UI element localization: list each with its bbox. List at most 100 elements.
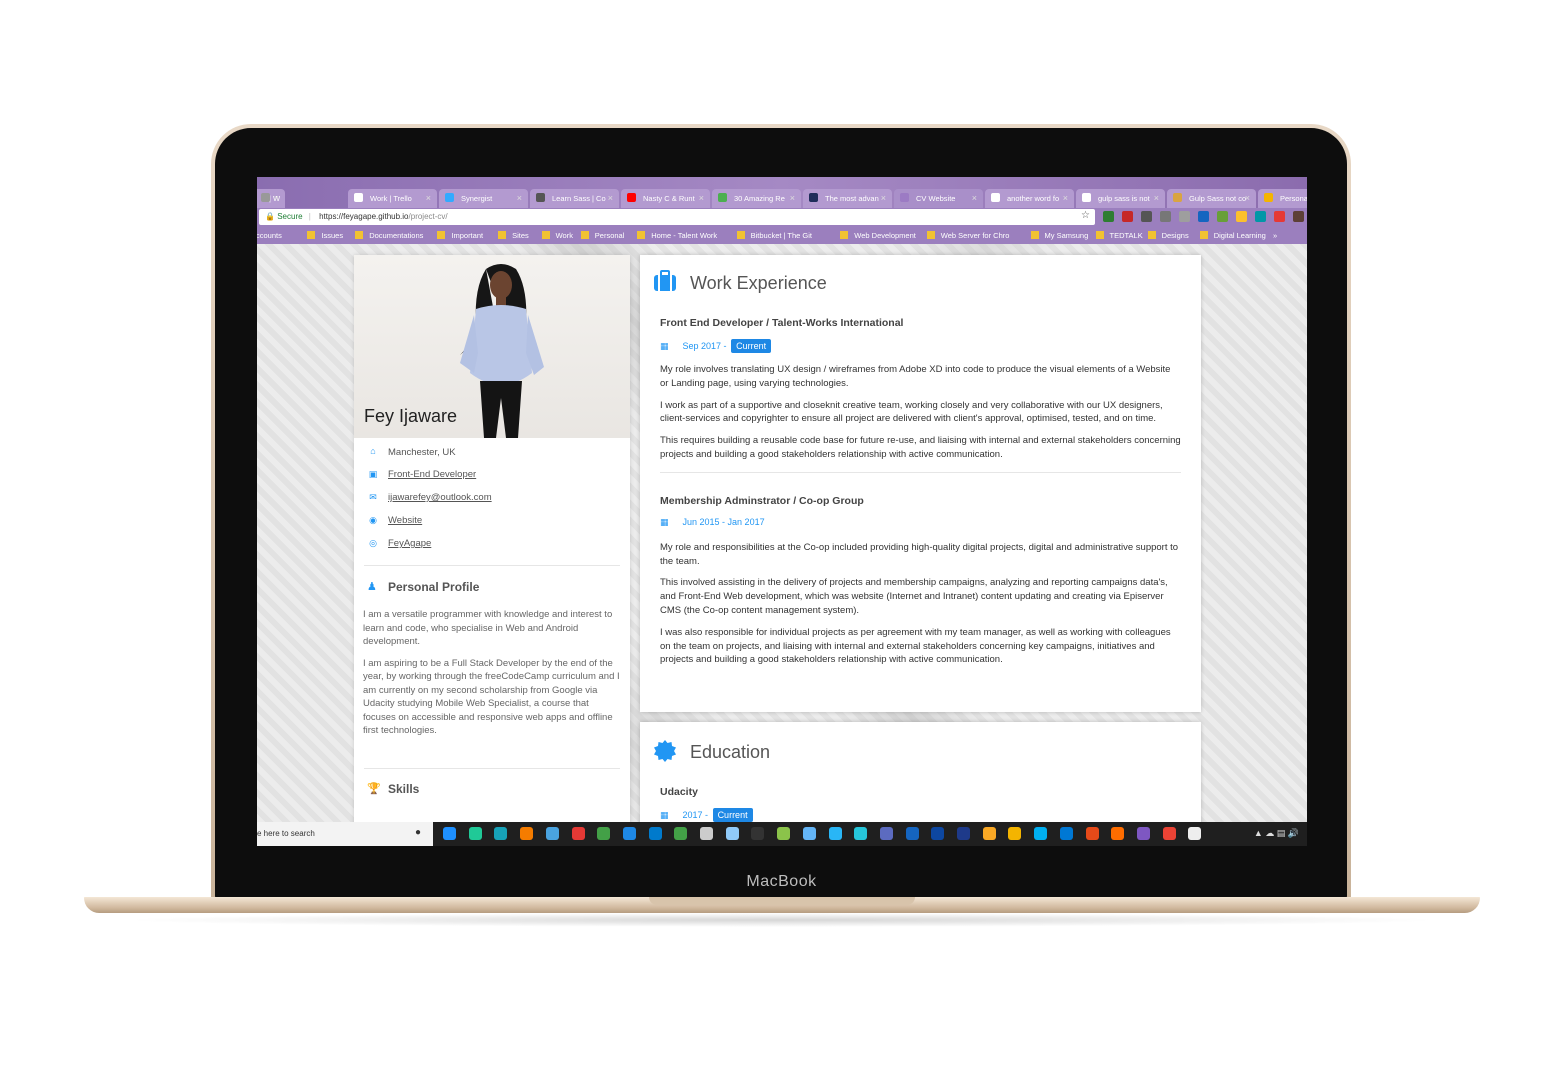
taskbar-app-icon[interactable] bbox=[494, 827, 508, 840]
taskbar-app-icon[interactable] bbox=[597, 827, 611, 840]
address-bar[interactable]: 🔒 Secure | https://feyagape.github.io/pr… bbox=[259, 209, 1095, 225]
browser-tab[interactable]: Work | Trello × bbox=[348, 189, 437, 208]
bookmark-item[interactable]: Digital Learning bbox=[1199, 231, 1266, 240]
browser-tab[interactable]: another word fo × bbox=[985, 189, 1074, 208]
browser-tab[interactable]: | W × bbox=[257, 189, 285, 208]
bookmark-label: Sites bbox=[512, 231, 529, 240]
close-icon[interactable]: × bbox=[1063, 193, 1068, 203]
close-icon[interactable]: × bbox=[790, 193, 795, 203]
bookmark-item[interactable]: Sites bbox=[498, 231, 529, 240]
taskbar-app-icon[interactable] bbox=[931, 827, 945, 840]
taskbar-app-icon[interactable] bbox=[571, 827, 585, 840]
school-name: Udacity bbox=[660, 786, 698, 798]
bookmark-item[interactable]: Web Server for Chro bbox=[926, 231, 1009, 240]
microphone-icon[interactable]: ● bbox=[415, 827, 421, 838]
taskbar-app-icon[interactable] bbox=[777, 827, 791, 840]
extension-icon[interactable] bbox=[1141, 211, 1152, 222]
browser-tab[interactable]: The most advan × bbox=[803, 189, 892, 208]
bookmark-item[interactable]: Important bbox=[437, 231, 483, 240]
bookmark-item[interactable]: Accounts bbox=[257, 231, 282, 240]
taskbar-app-icon[interactable] bbox=[622, 827, 636, 840]
bookmark-label: » bbox=[1273, 231, 1278, 240]
taskbar-app-icon[interactable] bbox=[957, 827, 970, 840]
extension-icon[interactable] bbox=[1179, 211, 1190, 222]
browser-tab[interactable]: Learn Sass | Co × bbox=[530, 189, 619, 208]
bookmark-item[interactable]: TEDTALK bbox=[1095, 231, 1143, 240]
taskbar-app-icon[interactable] bbox=[1059, 827, 1073, 840]
taskbar-app-icon[interactable] bbox=[648, 827, 662, 840]
extension-icon[interactable] bbox=[1255, 211, 1266, 222]
taskbar-app-icon[interactable] bbox=[1034, 827, 1048, 840]
website-link[interactable]: Website bbox=[388, 515, 422, 526]
bookmark-item[interactable]: Designs bbox=[1147, 231, 1189, 240]
taskbar-app-icon[interactable] bbox=[828, 827, 842, 840]
taskbar-app-icon[interactable] bbox=[751, 827, 765, 840]
taskbar-app-icon[interactable] bbox=[802, 827, 816, 840]
taskbar-app-icon[interactable] bbox=[982, 827, 996, 840]
taskbar-app-icon[interactable] bbox=[468, 827, 482, 840]
close-icon[interactable]: × bbox=[699, 193, 704, 203]
bookmark-label: Bitbucket | The Git bbox=[750, 231, 813, 240]
github-link[interactable]: FeyAgape bbox=[388, 538, 431, 549]
taskbar-app-icon[interactable] bbox=[700, 827, 713, 840]
taskbar-app-icon[interactable] bbox=[905, 827, 919, 840]
browser-tab[interactable]: CV Website × bbox=[894, 189, 983, 208]
taskbar-app-icon[interactable] bbox=[545, 827, 559, 840]
bookmark-item[interactable]: » bbox=[1273, 231, 1277, 240]
extension-icon[interactable] bbox=[1122, 211, 1133, 222]
bookmark-item[interactable]: Work bbox=[541, 231, 573, 240]
close-icon[interactable]: × bbox=[274, 193, 279, 203]
taskbar-app-icon[interactable] bbox=[854, 827, 868, 840]
role-link[interactable]: Front-End Developer bbox=[388, 469, 476, 480]
profile-paragraph: I am a versatile programmer with knowled… bbox=[363, 609, 613, 647]
close-icon[interactable]: × bbox=[972, 193, 977, 203]
close-icon[interactable]: × bbox=[426, 193, 431, 203]
system-tray[interactable]: ▲ ☁ ▤ 🔊 bbox=[1254, 828, 1299, 839]
taskbar-app-icon[interactable] bbox=[1008, 827, 1022, 840]
bookmark-label: Work bbox=[555, 231, 573, 240]
taskbar-app-icon[interactable] bbox=[725, 827, 739, 840]
taskbar-app-icon[interactable] bbox=[443, 827, 456, 840]
browser-tab[interactable]: Gulp Sass not co × bbox=[1167, 189, 1256, 208]
bookmark-item[interactable]: Documentations bbox=[355, 231, 423, 240]
bookmark-item[interactable]: Bitbucket | The Git bbox=[736, 231, 813, 240]
tab-bar: | W × Work | Trello × Synergist × Learn Sass |… bbox=[257, 177, 1307, 208]
taskbar-app-icon[interactable] bbox=[674, 827, 688, 840]
extension-icon[interactable] bbox=[1103, 211, 1114, 222]
taskbar-app-icon[interactable] bbox=[1162, 827, 1176, 840]
close-icon[interactable]: × bbox=[608, 193, 613, 203]
taskbar-app-icon[interactable] bbox=[1136, 827, 1150, 840]
taskbar-app-icon[interactable] bbox=[1085, 827, 1099, 840]
taskbar-app-icon[interactable] bbox=[520, 827, 534, 840]
taskbar-app-icon[interactable] bbox=[1111, 827, 1125, 840]
bookmark-item[interactable]: Personal bbox=[580, 231, 624, 240]
bookmark-label: Documentations bbox=[369, 231, 424, 240]
extension-icon[interactable] bbox=[1293, 211, 1304, 222]
email-link[interactable]: ijawarefey@outlook.com bbox=[388, 492, 492, 503]
personal-profile-title: Personal Profile bbox=[388, 580, 480, 594]
taskbar-app-icon[interactable] bbox=[879, 827, 893, 840]
taskbar-search[interactable]: e here to search ● bbox=[257, 822, 433, 846]
bookmark-item[interactable]: Home - Talent Work bbox=[637, 231, 717, 240]
close-icon[interactable]: × bbox=[881, 193, 886, 203]
browser-tab[interactable]: Personal Portfol× bbox=[1258, 189, 1307, 208]
bookmark-star-icon[interactable]: ☆ bbox=[1081, 210, 1090, 221]
close-icon[interactable]: × bbox=[517, 193, 522, 203]
extension-icon[interactable] bbox=[1160, 211, 1171, 222]
extension-icon[interactable] bbox=[1236, 211, 1247, 222]
browser-tab[interactable]: Synergist × bbox=[439, 189, 528, 208]
bookmark-label: Issues bbox=[321, 231, 344, 240]
browser-tab[interactable]: Nasty C & Runt × bbox=[621, 189, 710, 208]
extension-icon[interactable] bbox=[1198, 211, 1209, 222]
extension-icon[interactable] bbox=[1217, 211, 1228, 222]
close-icon[interactable]: × bbox=[1245, 193, 1250, 203]
bookmark-item[interactable]: Web Development bbox=[840, 231, 916, 240]
extension-icon[interactable] bbox=[1274, 211, 1285, 222]
bookmark-item[interactable]: Issues bbox=[307, 231, 343, 240]
close-icon[interactable]: × bbox=[1154, 193, 1159, 203]
browser-tab[interactable]: gulp sass is not × bbox=[1076, 189, 1165, 208]
bookmark-item[interactable]: My Samsung bbox=[1030, 231, 1088, 240]
taskbar-app-icon[interactable] bbox=[1188, 827, 1202, 840]
folder-icon bbox=[498, 231, 507, 239]
browser-tab[interactable]: 30 Amazing Re × bbox=[712, 189, 801, 208]
